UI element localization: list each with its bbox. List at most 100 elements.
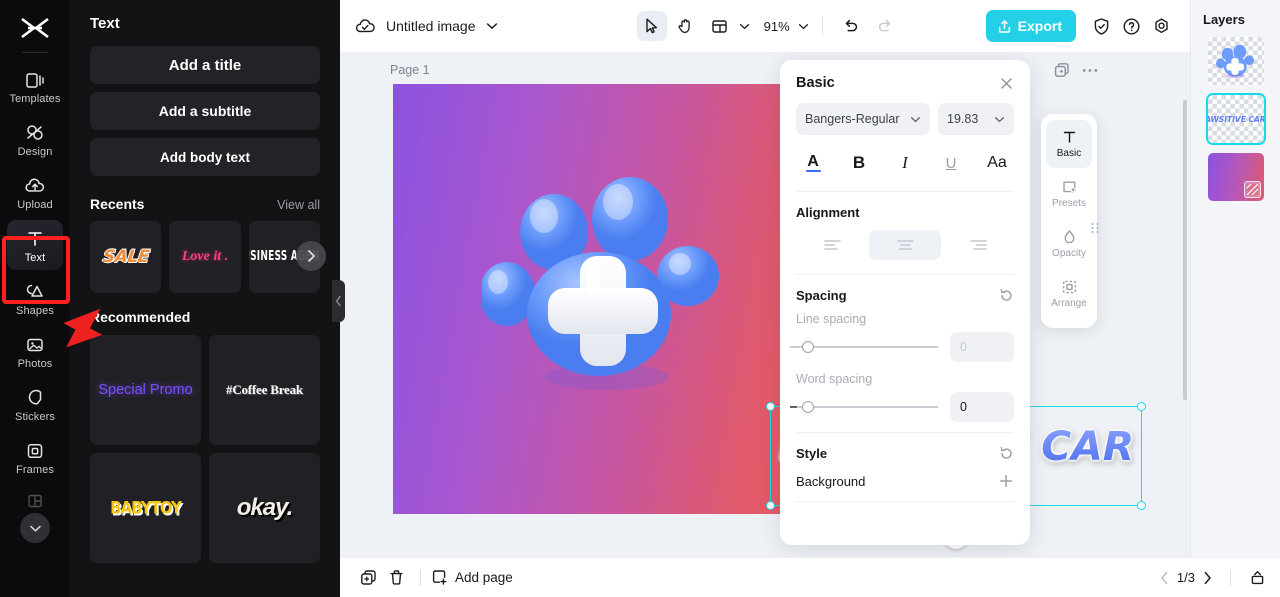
- sidebar-label: Upload: [17, 199, 53, 211]
- expand-rail-button[interactable]: [20, 513, 50, 543]
- recommended-label: BABYTOY: [110, 497, 182, 519]
- design-canvas[interactable]: [393, 84, 821, 514]
- layer-item-pawsitive-care-text[interactable]: PAWSITIVE CARE: [1205, 93, 1266, 145]
- font-family-select[interactable]: Bangers-Regular: [796, 103, 930, 135]
- style-reset-button[interactable]: [999, 446, 1014, 461]
- sidebar-label: Templates: [9, 93, 61, 105]
- recommended-item-babytoy[interactable]: BABYTOY: [90, 453, 201, 563]
- tool-tabs: Basic Presets Opacity Arrange: [1041, 114, 1097, 328]
- panel-drag-handle[interactable]: [1090, 220, 1100, 241]
- text-color-button[interactable]: A: [798, 149, 828, 177]
- add-body-text-button[interactable]: Add body text: [90, 138, 320, 176]
- zoom-dropdown-caret[interactable]: [798, 23, 809, 30]
- recent-item-love-it[interactable]: Love it .: [169, 221, 241, 293]
- add-title-button[interactable]: Add a title: [90, 46, 320, 84]
- sidebar-item-design[interactable]: Design: [7, 114, 63, 164]
- background-row[interactable]: Background: [796, 473, 1014, 489]
- add-subtitle-button[interactable]: Add a subtitle: [90, 92, 320, 130]
- align-center-button[interactable]: [869, 230, 941, 260]
- left-rail: Templates Design Upload Text Shapes Phot…: [0, 0, 103, 597]
- properties-scrollbar[interactable]: [1183, 100, 1187, 400]
- text-case-button[interactable]: Aa: [982, 149, 1012, 177]
- undo-button[interactable]: [836, 11, 866, 41]
- sidebar-item-shapes[interactable]: Shapes: [7, 273, 63, 323]
- close-panel-button[interactable]: [999, 76, 1014, 91]
- word-spacing-slider[interactable]: [790, 401, 938, 413]
- presets-star-icon: [1062, 181, 1077, 193]
- font-size-select[interactable]: 19.83: [938, 103, 1014, 135]
- align-left-button[interactable]: [796, 230, 868, 260]
- document-title[interactable]: Untitled image: [386, 18, 476, 34]
- italic-button[interactable]: I: [890, 149, 920, 177]
- capcut-logo-icon[interactable]: [15, 12, 55, 46]
- resize-handle-top-left[interactable]: [766, 402, 775, 411]
- prev-page-button[interactable]: [1160, 571, 1169, 585]
- background-label: Background: [796, 473, 866, 489]
- timeline-button[interactable]: [1249, 570, 1266, 586]
- spacing-reset-button[interactable]: [999, 288, 1014, 303]
- resize-handle-bottom-right[interactable]: [1137, 501, 1146, 510]
- sidebar-item-text[interactable]: Text: [7, 220, 63, 270]
- shield-button[interactable]: [1086, 11, 1116, 41]
- sidebar-label: Photos: [17, 358, 53, 370]
- layout-dropdown-caret[interactable]: [739, 23, 750, 30]
- line-spacing-slider[interactable]: [790, 341, 938, 353]
- settings-button[interactable]: [1146, 11, 1176, 41]
- slider-knob[interactable]: [802, 341, 814, 353]
- paw-graphic[interactable]: [482, 172, 732, 422]
- sidebar-item-templates[interactable]: Templates: [7, 61, 63, 111]
- hand-tool-button[interactable]: [671, 11, 701, 41]
- word-spacing-value[interactable]: 0: [950, 392, 1014, 422]
- recommended-item-okay[interactable]: okay.: [209, 453, 320, 563]
- export-button[interactable]: Export: [985, 10, 1076, 42]
- align-left-icon: [823, 240, 841, 250]
- recents-next-button[interactable]: [296, 241, 326, 271]
- background-add-button[interactable]: [998, 473, 1014, 489]
- layer-item-paw-graphic[interactable]: [1207, 37, 1264, 85]
- redo-button[interactable]: [870, 11, 900, 41]
- align-right-button[interactable]: [942, 230, 1014, 260]
- sidebar-item-stickers[interactable]: Stickers: [7, 379, 63, 429]
- export-label: Export: [1017, 18, 1062, 34]
- duplicate-button[interactable]: [354, 564, 382, 592]
- next-page-button[interactable]: [1203, 571, 1212, 585]
- slider-knob[interactable]: [802, 401, 814, 413]
- view-all-link[interactable]: View all: [277, 198, 320, 212]
- sidebar-item-photos[interactable]: Photos: [7, 326, 63, 376]
- title-dropdown-caret[interactable]: [486, 22, 498, 30]
- tab-arrange[interactable]: Arrange: [1046, 270, 1092, 318]
- recent-item-sale[interactable]: SALE: [90, 221, 162, 293]
- select-tool-button[interactable]: [636, 11, 667, 41]
- layer-item-gradient-background[interactable]: [1207, 153, 1264, 201]
- sidebar-item-more[interactable]: [7, 485, 63, 511]
- canvas-stage[interactable]: Page 1 CARE Basic Bangers-Regular 19.83 …: [340, 52, 1190, 597]
- add-page-button[interactable]: Add page: [431, 569, 513, 586]
- sidebar-label: Frames: [16, 464, 54, 476]
- chevron-left-icon: [1161, 571, 1168, 584]
- sidebar-item-upload[interactable]: Upload: [7, 167, 63, 217]
- help-button[interactable]: [1116, 11, 1146, 41]
- underline-button[interactable]: U: [936, 149, 966, 177]
- collapse-panel-button[interactable]: [332, 280, 345, 322]
- resize-handle-top-right[interactable]: [1137, 402, 1146, 411]
- word-spacing-row: 0: [790, 392, 1014, 422]
- page-more-icon[interactable]: [1082, 68, 1098, 73]
- divider: [796, 274, 1014, 275]
- tab-basic[interactable]: Basic: [1046, 120, 1092, 168]
- cloud-check-icon[interactable]: [354, 16, 376, 36]
- upload-cloud-icon: [24, 173, 46, 195]
- properties-header: Basic: [796, 60, 1014, 103]
- delete-button[interactable]: [382, 564, 410, 592]
- bold-button[interactable]: B: [844, 149, 874, 177]
- line-spacing-value[interactable]: 0: [950, 332, 1014, 362]
- duplicate-page-icon[interactable]: [1054, 62, 1070, 78]
- zoom-level[interactable]: 91%: [760, 19, 794, 34]
- recommended-item-special-promo[interactable]: Special Promo: [90, 335, 201, 445]
- tab-presets[interactable]: Presets: [1046, 170, 1092, 218]
- layout-tool-button[interactable]: [705, 11, 735, 41]
- sidebar-item-frames[interactable]: Frames: [7, 432, 63, 482]
- resize-handle-bottom-left[interactable]: [766, 501, 775, 510]
- recommended-item-coffee-break[interactable]: #Coffee Break: [209, 335, 320, 445]
- reset-icon: [1000, 288, 1012, 301]
- tab-opacity[interactable]: Opacity: [1046, 220, 1092, 268]
